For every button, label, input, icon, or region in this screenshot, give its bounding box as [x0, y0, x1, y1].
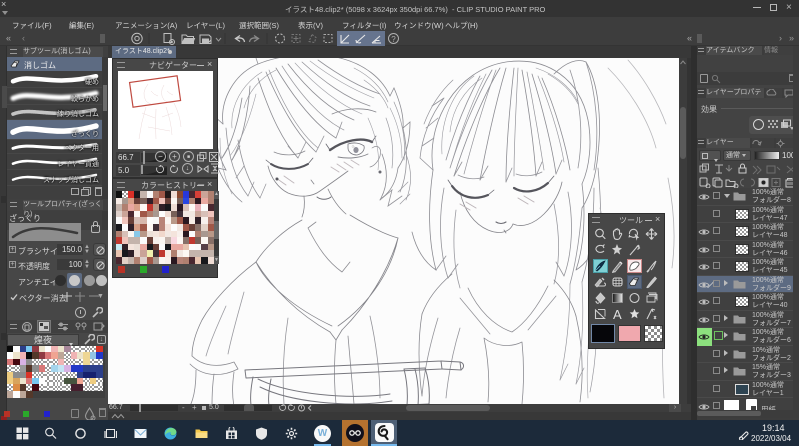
svg-text:A: A — [613, 307, 622, 321]
